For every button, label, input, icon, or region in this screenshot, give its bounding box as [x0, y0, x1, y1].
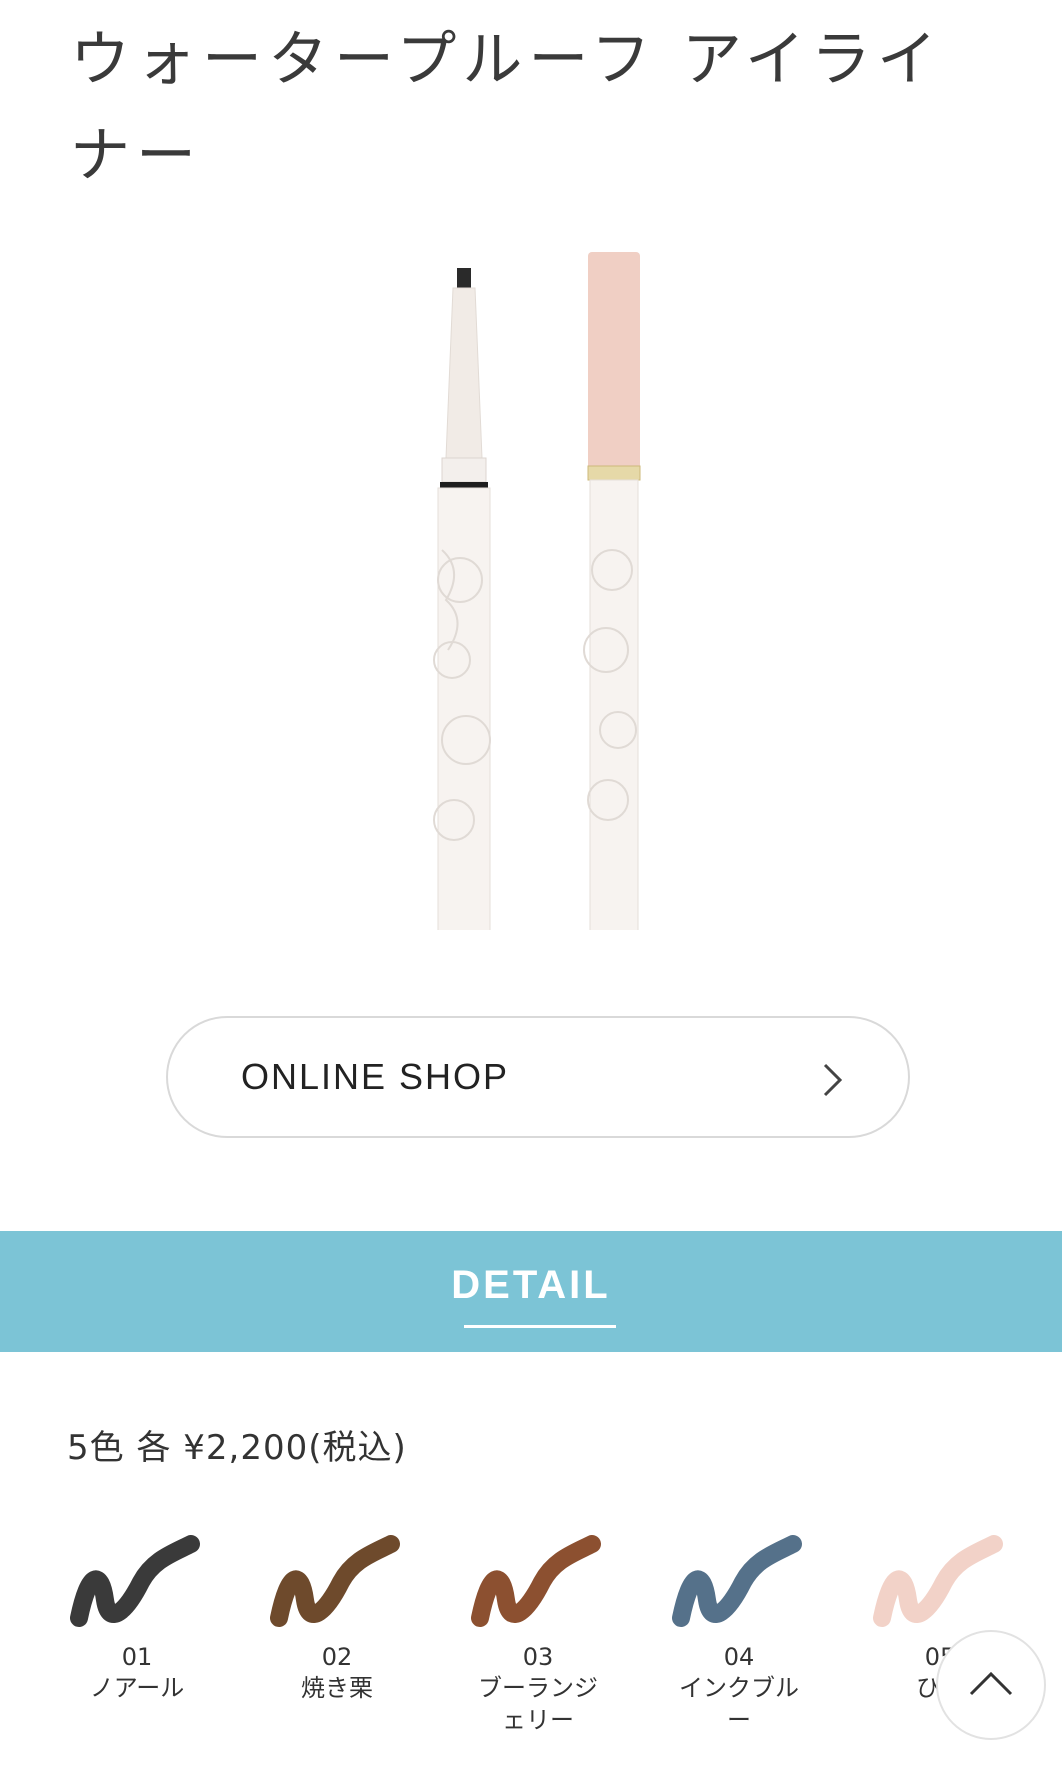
color-swatch-list: 01 ノアール 02 焼き栗 03 ブーランジェリー 04 インクブルー 05 … [0, 1530, 1062, 1779]
scroll-to-top-button[interactable] [936, 1630, 1046, 1740]
swatch-name: インクブルー [679, 1674, 799, 1734]
swatch-name: 焼き栗 [301, 1674, 373, 1702]
chevron-up-icon [969, 1671, 1013, 1696]
online-shop-button[interactable]: ONLINE SHOP [166, 1016, 910, 1138]
swatch-01[interactable]: 01 ノアール [47, 1530, 227, 1704]
swatch-stroke-icon [672, 1535, 802, 1627]
detail-tab[interactable]: DETAIL [0, 1231, 1062, 1352]
swatch-code: 02 [321, 1643, 353, 1671]
swatch-stroke-icon [873, 1535, 1003, 1627]
swatch-stroke-icon [70, 1535, 200, 1627]
detail-underline [464, 1325, 616, 1328]
swatch-04[interactable]: 04 インクブルー [649, 1530, 829, 1736]
product-image [420, 240, 660, 1169]
swatch-code: 04 [723, 1643, 755, 1671]
swatch-code: 03 [522, 1643, 554, 1671]
swatch-stroke-icon [270, 1535, 400, 1627]
swatch-name: ノアール [89, 1674, 185, 1702]
swatch-code: 01 [121, 1643, 153, 1671]
detail-label: DETAIL [451, 1263, 611, 1307]
swatch-02[interactable]: 02 焼き栗 [247, 1530, 427, 1704]
price-text: 5色 各 ¥2,200(税込) [67, 1428, 407, 1468]
swatch-03[interactable]: 03 ブーランジェリー [448, 1530, 628, 1736]
swatch-stroke-icon [471, 1535, 601, 1627]
product-title: ウォータープルーフ アイライナー [70, 25, 943, 191]
swatch-name: ブーランジェリー [478, 1674, 598, 1734]
online-shop-label: ONLINE SHOP [241, 1056, 510, 1097]
chevron-right-icon [820, 1062, 846, 1098]
